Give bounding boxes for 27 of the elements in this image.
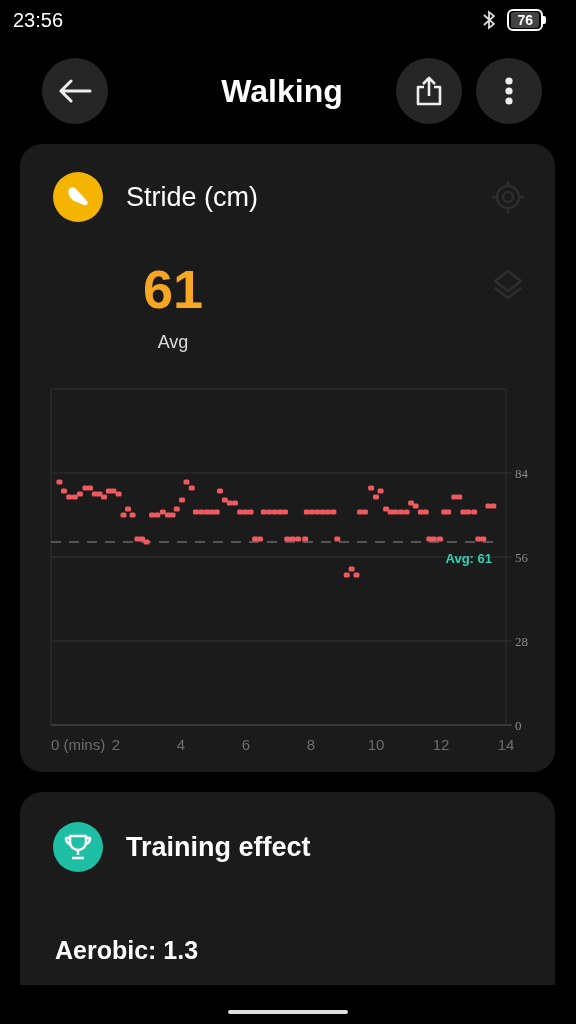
y-axis-label: 84 [515,466,528,481]
battery-indicator: 76 [507,9,546,31]
shoe-icon [53,172,103,222]
x-axis-label: 14 [497,736,515,753]
x-axis-label: 2 [111,736,121,753]
trophy-icon [53,822,103,872]
average-value: 61 [141,259,205,319]
aerobic-value: Aerobic: 1.3 [55,935,200,965]
card-title: Training effect [126,831,311,863]
share-icon [415,76,443,106]
card-title: Stride (cm) [126,181,259,213]
x-axis-label: 10 [367,736,385,753]
x-axis-label: 4 [176,736,186,753]
x-axis-label: 6 [241,736,251,753]
bluetooth-icon [483,10,496,30]
average-line-label: Avg: 61 [445,551,492,566]
x-axis-label: 8 [306,736,316,753]
y-axis-label: 0 [515,718,522,733]
more-icon [505,77,513,105]
clock-time: 23:56 [13,8,64,32]
y-axis-label: 28 [515,634,528,649]
x-axis-label: 12 [432,736,450,753]
x-axis-label: 0 (mins) [51,736,106,753]
screen-title: Walking [220,72,344,110]
average-label: Avg [156,331,190,353]
back-arrow-icon [58,79,92,103]
y-axis-label: 56 [515,550,528,565]
